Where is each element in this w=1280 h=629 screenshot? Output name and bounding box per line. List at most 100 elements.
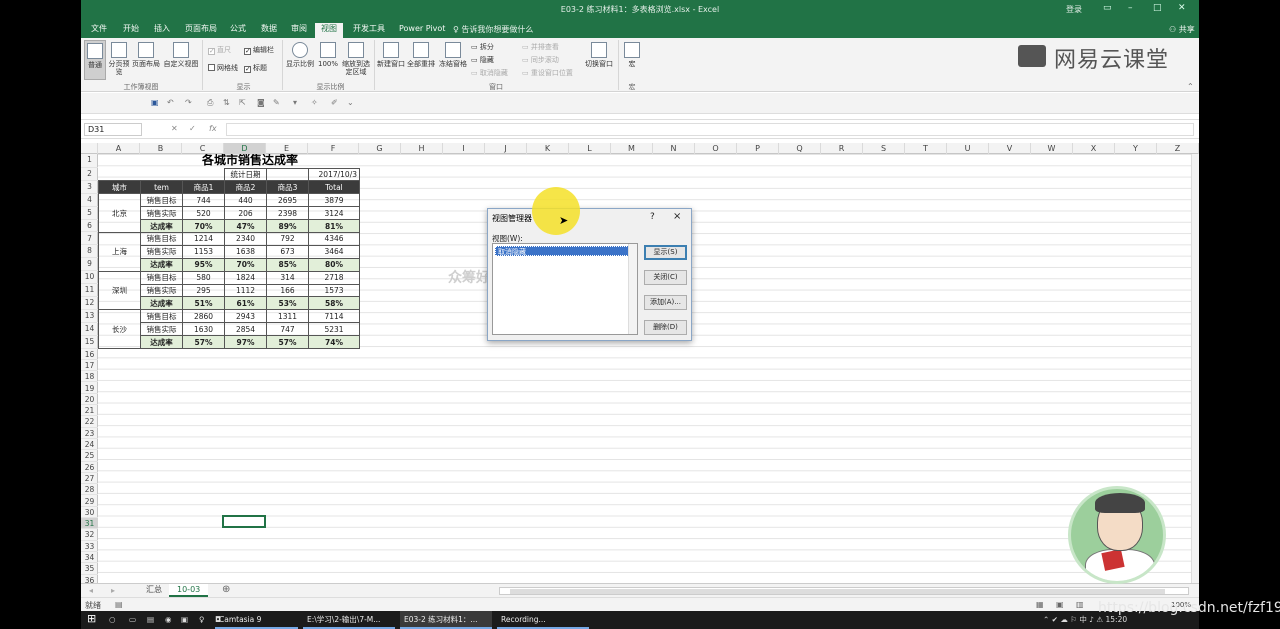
column-header-b[interactable]: B: [140, 143, 182, 154]
row-header-9[interactable]: 9: [81, 258, 98, 272]
media-icon[interactable]: ▣: [181, 615, 188, 624]
metric-label-cell[interactable]: 达成率: [140, 257, 183, 272]
sheet-tab-10-03[interactable]: 10-03: [169, 584, 209, 597]
value-cell[interactable]: 3464: [308, 244, 360, 259]
cortana-icon[interactable]: ○: [109, 615, 116, 624]
column-header-d[interactable]: D: [224, 143, 266, 154]
scrollbar-thumb[interactable]: [510, 589, 1165, 594]
cancel-formula-icon[interactable]: ✕: [171, 124, 178, 133]
city-cell[interactable]: 上海: [98, 231, 141, 272]
column-header-l[interactable]: L: [569, 143, 611, 154]
column-header-q[interactable]: Q: [779, 143, 821, 154]
tray-icons[interactable]: ⌃ ✔ ☁ ⚐: [1043, 615, 1079, 624]
header-product1[interactable]: 商品1: [182, 180, 225, 195]
row-header-13[interactable]: 13: [81, 310, 98, 323]
add-view-button[interactable]: 添加(A)...: [644, 295, 687, 310]
row-header-18[interactable]: 18: [81, 371, 98, 383]
value-cell[interactable]: 2340: [224, 231, 267, 246]
value-cell[interactable]: 2695: [266, 193, 309, 208]
custom-views-button[interactable]: 自定义视图: [163, 40, 199, 68]
unhide-button[interactable]: ▭ 取消隐藏: [471, 69, 508, 78]
tell-me-search[interactable]: ♀ 告诉我你想要做什么: [453, 24, 533, 35]
tab-data[interactable]: 数据: [255, 23, 283, 38]
column-header-w[interactable]: W: [1031, 143, 1073, 154]
listbox-scrollbar[interactable]: [628, 244, 637, 334]
arrange-all-button[interactable]: 全部重排: [407, 40, 435, 68]
windows-start-icon[interactable]: ⊞: [87, 612, 96, 625]
camera-icon[interactable]: ◙: [257, 98, 265, 107]
view-item[interactable]: 取消隐藏: [495, 246, 629, 256]
column-header-z[interactable]: Z: [1157, 143, 1199, 154]
column-header-n[interactable]: N: [653, 143, 695, 154]
city-cell[interactable]: 北京: [98, 193, 141, 233]
row-header-21[interactable]: 21: [81, 405, 98, 417]
value-cell[interactable]: 206: [224, 206, 267, 221]
collapse-ribbon-icon[interactable]: ⌃: [1187, 82, 1194, 91]
value-cell[interactable]: 1824: [224, 270, 267, 285]
column-header-k[interactable]: K: [527, 143, 569, 154]
headings-checkbox[interactable]: ✓ 标题: [244, 64, 267, 73]
tab-file[interactable]: 文件: [85, 23, 113, 38]
value-cell[interactable]: 53%: [266, 296, 309, 311]
column-header-g[interactable]: G: [359, 143, 401, 154]
close-icon[interactable]: ✕: [1178, 3, 1186, 13]
value-cell[interactable]: 747: [266, 322, 309, 337]
tab-view[interactable]: 视图: [315, 23, 343, 38]
scroll-tabs-right-icon[interactable]: ▸: [111, 586, 115, 595]
row-header-7[interactable]: 7: [81, 233, 98, 246]
value-cell[interactable]: 51%: [182, 296, 225, 311]
date-value-cell[interactable]: 2017/10/3: [308, 167, 360, 182]
column-header-x[interactable]: X: [1073, 143, 1115, 154]
switch-windows-button[interactable]: 切换窗口: [583, 40, 615, 68]
scroll-tabs-left-icon[interactable]: ◂: [89, 586, 93, 595]
row-header-35[interactable]: 35: [81, 563, 98, 575]
row-header-4[interactable]: 4: [81, 194, 98, 207]
metric-label-cell[interactable]: 销售目标: [140, 231, 183, 246]
active-cell-d31[interactable]: [222, 515, 266, 528]
value-cell[interactable]: 580: [182, 270, 225, 285]
minimize-icon[interactable]: –: [1128, 3, 1133, 13]
tab-home[interactable]: 开始: [117, 23, 145, 38]
sheet-tab-summary[interactable]: 汇总: [138, 584, 170, 597]
customize-qat-icon[interactable]: ⌄: [347, 98, 354, 107]
clock[interactable]: 15:20: [1106, 615, 1128, 624]
add-sheet-icon[interactable]: ⊕: [222, 584, 230, 595]
share-button[interactable]: ⚇ 共享: [1169, 24, 1195, 35]
metric-label-cell[interactable]: 达成率: [140, 219, 183, 233]
city-cell[interactable]: 深圳: [98, 270, 141, 311]
header-city[interactable]: 城市: [98, 180, 141, 195]
row-header-25[interactable]: 25: [81, 450, 98, 462]
value-cell[interactable]: 1153: [182, 244, 225, 259]
ime-indicator[interactable]: 中: [1079, 615, 1087, 624]
value-cell[interactable]: 7114: [308, 309, 360, 324]
normal-view-status-icon[interactable]: ▦: [1036, 600, 1044, 609]
brush-icon[interactable]: ✐: [331, 98, 338, 107]
value-cell[interactable]: 57%: [182, 335, 225, 349]
row-header-28[interactable]: 28: [81, 484, 98, 496]
zoom-to-selection-button[interactable]: 缩放到选定区域: [341, 40, 371, 76]
value-cell[interactable]: 2854: [224, 322, 267, 337]
metric-label-cell[interactable]: 达成率: [140, 296, 183, 311]
column-header-s[interactable]: S: [863, 143, 905, 154]
delete-view-button[interactable]: 删除(D): [644, 320, 687, 335]
tab-insert[interactable]: 插入: [148, 23, 176, 38]
value-cell[interactable]: 57%: [266, 335, 309, 349]
browser-icon[interactable]: ◉: [165, 615, 172, 624]
row-header-23[interactable]: 23: [81, 428, 98, 439]
login-button[interactable]: 登录: [1066, 4, 1082, 15]
value-cell[interactable]: 70%: [182, 219, 225, 233]
side-by-side-button[interactable]: ▭ 并排查看: [522, 43, 559, 52]
select-icon[interactable]: ⇱: [239, 98, 246, 107]
search-app-icon[interactable]: ♀: [199, 615, 205, 624]
row-header-27[interactable]: 27: [81, 473, 98, 485]
header-total[interactable]: Total: [308, 180, 360, 195]
row-header-11[interactable]: 11: [81, 284, 98, 297]
value-cell[interactable]: 4346: [308, 231, 360, 246]
reset-window-position-button[interactable]: ▭ 重设窗口位置: [522, 69, 573, 78]
normal-view-button[interactable]: 普通: [84, 40, 106, 80]
column-header-v[interactable]: V: [989, 143, 1031, 154]
gridlines-checkbox[interactable]: 网格线: [208, 64, 238, 73]
metric-label-cell[interactable]: 销售目标: [140, 270, 183, 285]
row-header-22[interactable]: 22: [81, 416, 98, 428]
row-header-30[interactable]: 30: [81, 507, 98, 519]
